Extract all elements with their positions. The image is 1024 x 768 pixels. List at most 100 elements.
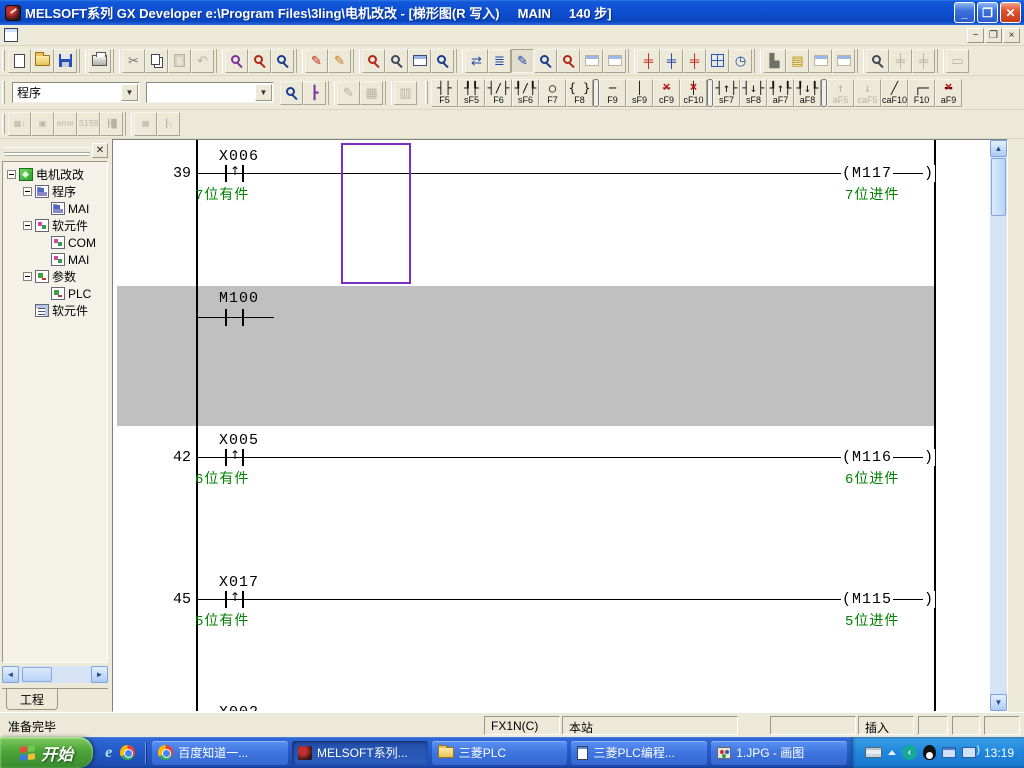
task-folder[interactable]: 三菱PLC xyxy=(432,741,568,765)
find-replace-button[interactable] xyxy=(248,49,271,73)
scroll-right-icon[interactable]: ► xyxy=(91,666,108,683)
project-data-list-button[interactable]: ┣ xyxy=(303,81,326,105)
toolbar-button[interactable] xyxy=(79,49,86,73)
monitor-button[interactable] xyxy=(580,49,603,73)
toolbar-grip[interactable] xyxy=(2,50,5,70)
toolbar-button[interactable] xyxy=(216,49,223,73)
tree-expander[interactable] xyxy=(39,255,48,264)
falling-pulse-button[interactable]: ┤↓├ sF8 xyxy=(740,79,767,107)
tree-item-plc-param[interactable]: PLC xyxy=(3,285,107,302)
read-mode-button[interactable] xyxy=(534,49,557,73)
monitor-stop-button[interactable] xyxy=(603,49,626,73)
toolbar-button[interactable] xyxy=(328,81,335,105)
menu-item[interactable] xyxy=(72,33,88,37)
task-baidu[interactable]: 百度知道一... xyxy=(152,741,288,765)
mdi-restore-button[interactable]: ❐ xyxy=(985,28,1002,43)
ladder-mode-button[interactable]: ⇄ xyxy=(465,49,488,73)
comment-display-button[interactable] xyxy=(280,81,303,105)
restore-button[interactable]: ❐ xyxy=(977,2,998,23)
find-device-combo[interactable]: ▼ xyxy=(146,82,274,103)
falling-caF5-button[interactable]: ↓ caF5 xyxy=(854,79,881,107)
skip-exec-button[interactable]: ╪ xyxy=(683,49,706,73)
mdi-minimize-button[interactable]: − xyxy=(967,28,984,43)
error-check-button[interactable]: error xyxy=(54,112,77,136)
vline-button[interactable]: │ sF9 xyxy=(626,79,653,107)
menu-item[interactable] xyxy=(104,33,120,37)
instruction-list-button[interactable]: ≣ xyxy=(488,49,511,73)
task-melsoft[interactable]: MELSOFT系列... xyxy=(292,741,428,765)
toolbar-button[interactable] xyxy=(456,49,463,73)
keyboard-icon[interactable] xyxy=(865,747,882,758)
tree-expander[interactable] xyxy=(23,306,32,315)
new-button[interactable] xyxy=(8,49,31,73)
tree-expander[interactable] xyxy=(39,204,48,213)
chevron-down-icon[interactable]: ▼ xyxy=(255,84,272,101)
child-window-icon[interactable] xyxy=(4,28,18,42)
zoom-cancel-button[interactable] xyxy=(431,49,454,73)
block-monitor-button[interactable]: ┠█ xyxy=(100,112,123,136)
partial-exec-button[interactable] xyxy=(706,49,729,73)
toolbar-button[interactable] xyxy=(937,49,944,73)
zoom-device-button[interactable] xyxy=(362,49,385,73)
tree-item-parameter[interactable]: 参数 xyxy=(3,268,107,285)
tree-item-program[interactable]: 程序 xyxy=(3,183,107,200)
paste-button[interactable] xyxy=(168,49,191,73)
chevron-down-icon[interactable]: ▼ xyxy=(121,84,138,101)
tree-item-device-comment[interactable]: 软元件 xyxy=(3,217,107,234)
net-param-button[interactable]: ▦ xyxy=(134,112,157,136)
toolbar-button[interactable] xyxy=(628,49,635,73)
upload-button[interactable]: ▣ xyxy=(31,112,54,136)
scroll-up-icon[interactable]: ▲ xyxy=(990,140,1007,157)
entry-monitor-button[interactable]: ╪ xyxy=(912,49,935,73)
task-doc[interactable]: 三菱PLC编程... xyxy=(571,741,707,765)
coil-button[interactable]: ○ F7 xyxy=(539,79,566,107)
chrome-icon[interactable] xyxy=(120,745,135,760)
tree-horizontal-scrollbar[interactable]: ◄ ► xyxy=(2,666,108,683)
undo-button[interactable]: ↶ xyxy=(191,49,214,73)
language-bar-icon[interactable]: ‹ xyxy=(902,745,917,760)
invert-op-button[interactable]: ╱ caF10 xyxy=(881,79,908,107)
close-contact-button[interactable]: ┤/├ F6 xyxy=(485,79,512,107)
hline-button[interactable]: ─ F9 xyxy=(599,79,626,107)
comment-edit-button[interactable]: ✎ xyxy=(305,49,328,73)
ie-icon[interactable]: e xyxy=(105,744,112,762)
download-button[interactable]: ▦↓ xyxy=(8,112,31,136)
program-step-button[interactable]: ▙ xyxy=(763,49,786,73)
menu-item[interactable] xyxy=(40,33,56,37)
stack-monitor-button[interactable]: ▤ xyxy=(786,49,809,73)
tree-expander[interactable] xyxy=(7,170,16,179)
sound-icon[interactable] xyxy=(962,747,976,758)
step-range-button[interactable]: S1S9 xyxy=(77,112,100,136)
rising-pulse-button[interactable]: ┤↑├ sF7 xyxy=(713,79,740,107)
start-button[interactable]: 开始 xyxy=(0,737,93,768)
macro-button[interactable]: ✎ xyxy=(337,81,360,105)
tree-expander[interactable] xyxy=(23,187,32,196)
close-branch-button[interactable]: ┦/┞ sF6 xyxy=(512,79,539,107)
menu-item[interactable] xyxy=(120,33,136,37)
close-button[interactable]: ✕ xyxy=(1000,2,1021,23)
tree-item-main[interactable]: MAI xyxy=(3,200,107,217)
menu-item[interactable] xyxy=(152,33,168,37)
macro2-button[interactable]: ▦ xyxy=(360,81,383,105)
toolbar-grip[interactable] xyxy=(425,81,428,104)
scroll-left-icon[interactable]: ◄ xyxy=(2,666,19,683)
monitor-window-button[interactable]: ▭ xyxy=(946,49,969,73)
menu-item[interactable] xyxy=(136,33,152,37)
menu-item[interactable] xyxy=(88,33,104,37)
rising-branch-button[interactable]: ┦↑┞ aF7 xyxy=(767,79,794,107)
toolbar-button[interactable] xyxy=(857,49,864,73)
toolbar-button[interactable] xyxy=(125,112,132,136)
hline-delete-button[interactable]: ─× cF9 xyxy=(653,79,680,107)
project-tree[interactable]: 电机改改 程序 MAI 软元件 xyxy=(2,161,108,663)
write-mode-button[interactable] xyxy=(557,49,580,73)
window-split-button[interactable] xyxy=(408,49,431,73)
cut-button[interactable]: ✂ xyxy=(122,49,145,73)
network-icon[interactable] xyxy=(942,747,956,758)
toolbar-button[interactable] xyxy=(296,49,303,73)
find-device-button[interactable] xyxy=(225,49,248,73)
print-button[interactable] xyxy=(88,49,111,73)
tree-expander[interactable] xyxy=(23,221,32,230)
zoom-coil-button[interactable] xyxy=(385,49,408,73)
menu-item[interactable] xyxy=(56,33,72,37)
toolbar-button[interactable] xyxy=(754,49,761,73)
